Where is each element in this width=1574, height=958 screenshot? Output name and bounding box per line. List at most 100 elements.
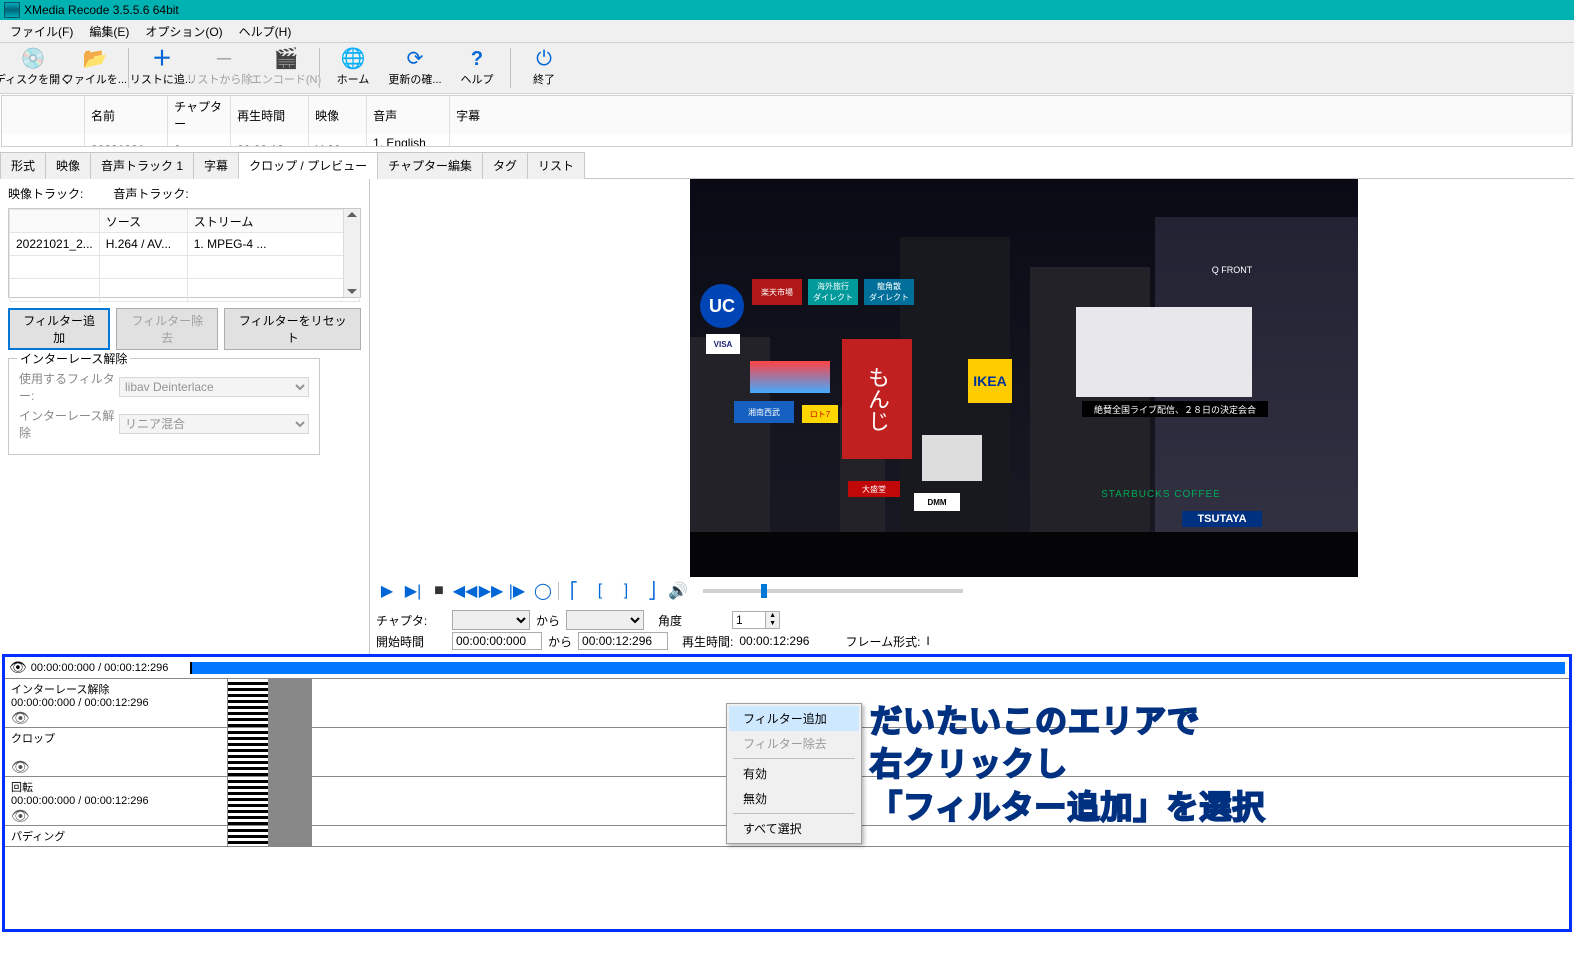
angle-spinner[interactable]: ▲▼ <box>732 611 780 629</box>
refresh-icon: ⟳ <box>407 49 424 69</box>
tab-crop-preview[interactable]: クロップ / プレビュー <box>238 152 378 179</box>
app-title: XMedia Recode 3.5.5.6 64bit <box>24 3 179 17</box>
update-button[interactable]: ⟳更新の確... <box>384 44 446 92</box>
app-icon <box>4 2 20 18</box>
add-filter-button[interactable]: フィルター追加 <box>8 308 110 350</box>
play-button[interactable]: ▶ <box>376 581 398 601</box>
menubar: ファイル(F) 編集(E) オプション(O) ヘルプ(H) <box>0 20 1574 43</box>
tab-format[interactable]: 形式 <box>0 152 46 179</box>
encode-button: 🎬エンコード(N) <box>255 44 317 92</box>
ctx-select-all[interactable]: すべて選択 <box>729 816 859 841</box>
chapter-select[interactable] <box>452 610 530 630</box>
spin-up[interactable]: ▲ <box>765 612 779 620</box>
mark-in-button[interactable]: ⎡ <box>563 581 585 601</box>
mark-out-button[interactable]: ⎦ <box>641 581 663 601</box>
col-video[interactable]: 映像 <box>309 96 367 134</box>
annotation-overlay: だいたいこのエリアで 右クリックし 「フィルター追加」を選択 <box>870 700 1265 830</box>
menu-file[interactable]: ファイル(F) <box>2 20 81 43</box>
remove-filter-button: フィルター除去 <box>116 308 218 350</box>
tab-tag[interactable]: タグ <box>482 152 528 179</box>
start-time-input[interactable] <box>452 632 542 650</box>
exit-button[interactable]: ⏻終了 <box>513 44 575 92</box>
globe-icon: 🌐 <box>341 49 366 69</box>
step-button[interactable]: |▶ <box>506 581 528 601</box>
deinterlace-group: インターレース解除 使用するフィルター:libav Deinterlace イン… <box>8 358 320 455</box>
loop-button[interactable]: ◯ <box>532 581 554 601</box>
separator <box>128 48 129 88</box>
tab-subtitle[interactable]: 字幕 <box>193 152 239 179</box>
volume-slider[interactable] <box>703 589 963 593</box>
ctx-disable[interactable]: 無効 <box>729 786 859 811</box>
power-icon: ⏻ <box>536 49 552 69</box>
menu-options[interactable]: オプション(O) <box>137 20 230 43</box>
end-time-input[interactable] <box>578 632 668 650</box>
ctx-remove-filter: フィルター除去 <box>729 731 859 756</box>
spin-down[interactable]: ▼ <box>765 620 779 628</box>
source-grid[interactable]: ソースストリーム 20221021_2...H.264 / AV...1. MP… <box>8 208 361 298</box>
menu-edit[interactable]: 編集(E) <box>81 20 137 43</box>
chapter-to-select[interactable] <box>566 610 644 630</box>
scrollbar[interactable] <box>343 209 360 297</box>
question-icon: ? <box>471 49 483 69</box>
ctx-enable[interactable]: 有効 <box>729 761 859 786</box>
bracket-left-button[interactable]: [ <box>589 581 611 601</box>
bracket-right-button[interactable]: ] <box>615 581 637 601</box>
eye-icon[interactable]: 👁 <box>11 758 221 776</box>
angle-input[interactable] <box>733 612 765 628</box>
open-disc-button[interactable]: 💿ディスクを開く <box>2 44 64 92</box>
file-list-header: 名前 チャプター 再生時間 映像 音声 字幕 <box>2 96 1572 134</box>
source-row[interactable]: 20221021_2...H.264 / AV...1. MPEG-4 ... <box>10 233 360 256</box>
preview-pane: UC 楽天市場 海外旅行ダイレクト 龍角散ダイレクト VISA もんじ 湘南西武… <box>370 179 1574 654</box>
volume-button[interactable]: 🔊 <box>667 581 689 601</box>
disc-icon: 💿 <box>21 49 46 69</box>
stop-button[interactable]: ■ <box>428 581 450 601</box>
frame-type-value: I <box>926 634 929 648</box>
col-source[interactable]: ソース <box>99 210 187 233</box>
clapper-icon: 🎬 <box>274 49 299 69</box>
tab-video[interactable]: 映像 <box>45 152 91 179</box>
tab-list[interactable]: リスト <box>527 152 585 179</box>
method-select: リニア混合 <box>119 414 309 434</box>
col-stream[interactable]: ストリーム <box>187 210 359 233</box>
playtime-value: 00:00:12:296 <box>739 634 809 648</box>
folder-open-icon: 📂 <box>83 49 108 69</box>
ctx-add-filter[interactable]: フィルター追加 <box>729 706 859 731</box>
transport-bar: ▶ ▶| ■ ◀◀ ▶▶ |▶ ◯ ⎡ [ ] ⎦ 🔊 <box>370 577 1574 606</box>
add-to-list-button[interactable]: ＋リストに追... <box>131 44 193 92</box>
reset-filter-button[interactable]: フィルターをリセット <box>224 308 361 350</box>
main-tabs: 形式 映像 音声トラック 1 字幕 クロップ / プレビュー チャプター編集 タ… <box>0 151 1574 179</box>
kara-label-1: から <box>536 612 560 629</box>
filter-select: libav Deinterlace <box>119 377 309 397</box>
context-menu: フィルター追加 フィルター除去 有効 無効 すべて選択 <box>726 703 862 844</box>
col-playtime[interactable]: 再生時間 <box>231 96 309 134</box>
separator <box>319 48 320 88</box>
col-chapter[interactable]: チャプター <box>168 96 231 134</box>
preview-image: UC 楽天市場 海外旅行ダイレクト 龍角散ダイレクト VISA もんじ 湘南西武… <box>690 179 1358 577</box>
tab-chapter[interactable]: チャプター編集 <box>377 152 483 179</box>
left-pane: 映像トラック: 音声トラック: ソースストリーム 20221021_2...H.… <box>0 179 370 654</box>
remove-from-list-button: ─リストから除... <box>193 44 255 92</box>
kara-label-2: から <box>548 633 572 650</box>
timeline-ruler[interactable] <box>190 662 1565 674</box>
help-button[interactable]: ?ヘルプ <box>446 44 508 92</box>
toolbar: 💿ディスクを開く 📂ファイルを... ＋リストに追... ─リストから除... … <box>0 43 1574 94</box>
file-list[interactable]: 名前 チャプター 再生時間 映像 音声 字幕 20221021_... 0 00… <box>1 95 1573 147</box>
col-subtitle[interactable]: 字幕 <box>450 96 1572 134</box>
start-time-label: 開始時間 <box>376 633 446 650</box>
angle-label: 角度 <box>658 612 682 629</box>
eye-icon[interactable]: 👁 <box>11 807 221 825</box>
rewind-button[interactable]: ◀◀ <box>454 581 476 601</box>
file-list-row[interactable]: 20221021_... 0 00:00:12 H.26... 1. Engli… <box>2 134 1572 147</box>
home-button[interactable]: 🌐ホーム <box>322 44 384 92</box>
open-file-button[interactable]: 📂ファイルを... <box>64 44 126 92</box>
method-label: インターレース解除 <box>19 407 119 441</box>
audio-track-label: 音声トラック: <box>113 185 188 202</box>
eye-icon[interactable]: 👁 <box>9 659 27 676</box>
menu-help[interactable]: ヘルプ(H) <box>231 20 300 43</box>
forward-button[interactable]: ▶▶ <box>480 581 502 601</box>
col-audio[interactable]: 音声 <box>367 96 450 134</box>
col-name[interactable]: 名前 <box>85 96 168 134</box>
next-button[interactable]: ▶| <box>402 581 424 601</box>
tab-audio[interactable]: 音声トラック 1 <box>90 152 194 179</box>
eye-icon[interactable]: 👁 <box>11 709 221 727</box>
